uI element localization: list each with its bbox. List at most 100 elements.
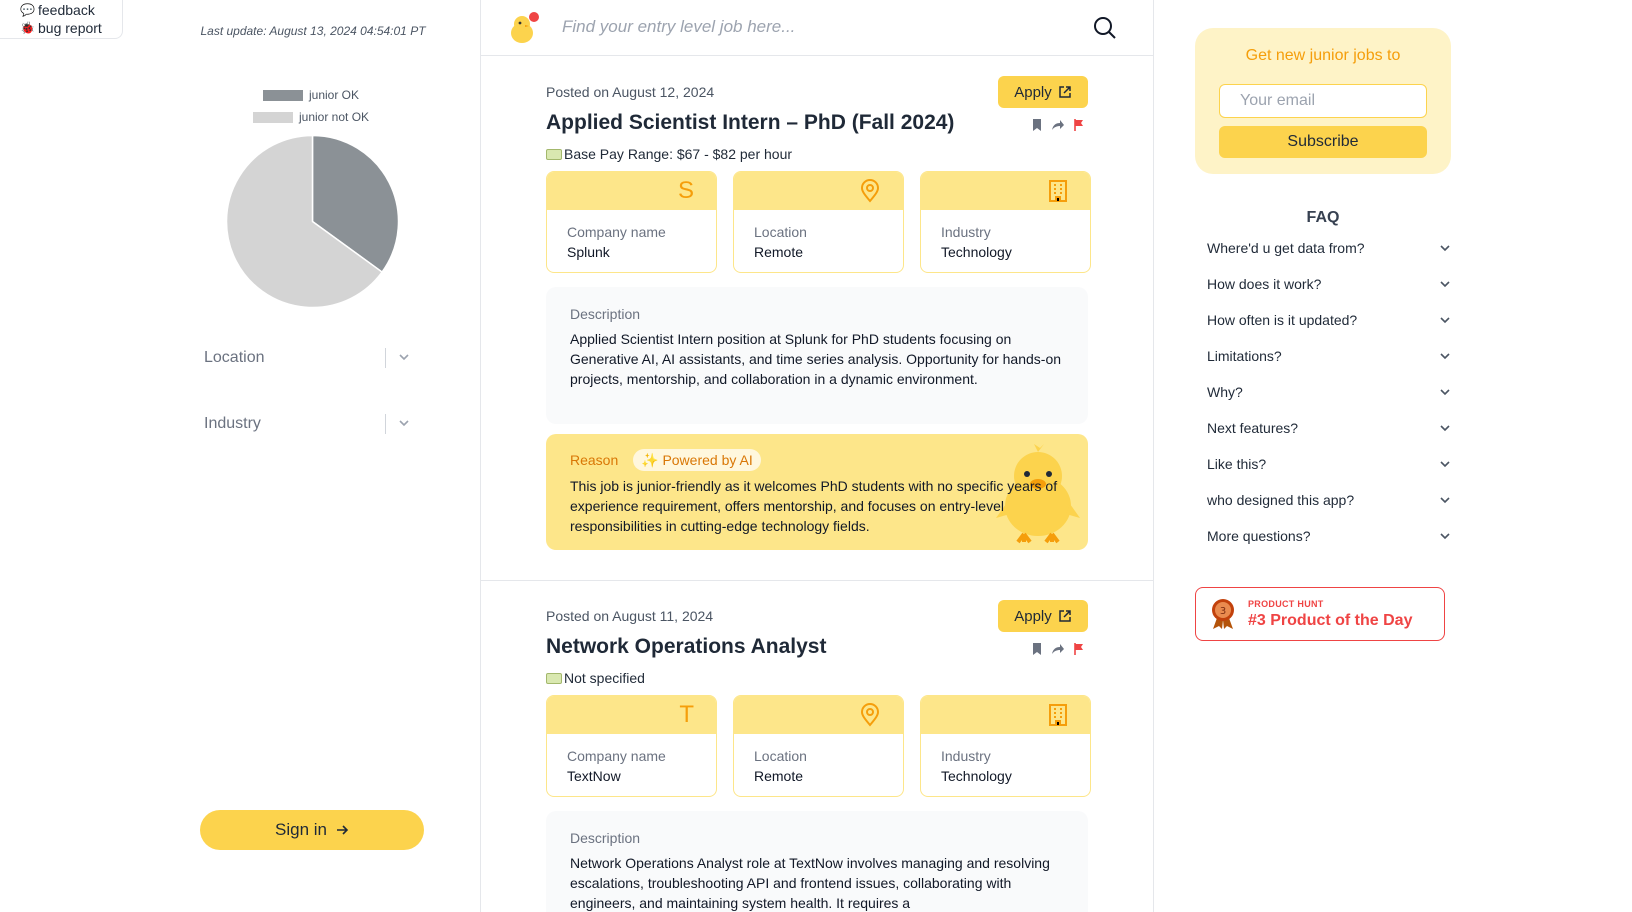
industry-value: Technology	[941, 244, 1012, 260]
share-icon[interactable]	[1051, 642, 1065, 656]
industry-label: Industry	[941, 224, 991, 240]
last-update-text: Last update: August 13, 2024 04:54:01 PT	[200, 24, 426, 38]
external-link-icon	[1059, 86, 1071, 98]
company-initial-icon: T	[679, 701, 694, 728]
bug-icon: 🐞	[20, 21, 35, 35]
ai-badge: ✨ Powered by AI	[633, 449, 761, 471]
legend-label: junior not OK	[299, 110, 370, 124]
email-field[interactable]: Your email	[1219, 84, 1427, 118]
chevron-down-icon	[1440, 461, 1450, 468]
subscribe-title: Get new junior jobs to	[1245, 47, 1401, 64]
bug-report-link[interactable]: 🐞 bug report	[20, 19, 122, 37]
subscribe-button[interactable]: Subscribe	[1219, 126, 1427, 158]
faq-question: How often is it updated?	[1207, 312, 1358, 328]
posted-date: Posted on August 12, 2024	[546, 84, 715, 100]
faq-item[interactable]: Next features?	[1207, 416, 1451, 440]
industry-select[interactable]: Industry	[204, 406, 424, 442]
faq-item[interactable]: Why?	[1207, 380, 1451, 404]
location-value: Remote	[754, 768, 804, 784]
sparkle-icon: ✨	[641, 451, 659, 468]
chevron-down-icon	[1440, 425, 1450, 432]
bookmark-icon[interactable]	[1031, 642, 1043, 656]
faq-item[interactable]: Limitations?	[1207, 344, 1451, 368]
product-hunt-tag: PRODUCT HUNT	[1248, 599, 1324, 609]
chevron-down-icon[interactable]	[397, 416, 411, 430]
description-text: Applied Scientist Intern position at Spl…	[570, 331, 1062, 387]
job-feed: Find your entry level job here... Posted…	[481, 0, 1154, 912]
apply-button[interactable]: Apply	[998, 600, 1088, 632]
card-header: T	[547, 696, 716, 734]
search-input[interactable]: Find your entry level job here...	[562, 17, 795, 37]
location-value: Remote	[754, 244, 804, 260]
search-bar: Find your entry level job here...	[481, 0, 1153, 56]
feedback-label: feedback	[38, 2, 95, 18]
chevron-down-icon	[1440, 353, 1450, 360]
card-header	[921, 172, 1090, 210]
pay-text: Base Pay Range: $67 - $82 per hour	[564, 146, 793, 162]
medal-rank: 3	[1220, 606, 1226, 617]
job-divider	[481, 580, 1153, 581]
reason-label: Reason	[570, 452, 619, 468]
faq-question: who designed this app?	[1207, 492, 1355, 508]
sign-in-button[interactable]: Sign in	[200, 810, 424, 850]
faq-item[interactable]: How often is it updated?	[1207, 308, 1451, 332]
description-label: Description	[570, 830, 641, 846]
apply-button[interactable]: Apply	[998, 76, 1088, 108]
search-icon[interactable]	[1093, 16, 1117, 40]
apply-label: Apply	[1014, 83, 1052, 101]
card-header	[734, 696, 903, 734]
industry-card: Industry Technology	[920, 171, 1091, 273]
legend-swatch	[253, 111, 293, 123]
faq-question: Why?	[1207, 384, 1243, 400]
apply-label: Apply	[1014, 607, 1052, 625]
building-icon	[1049, 180, 1067, 202]
faq-item[interactable]: How does it work?	[1207, 272, 1451, 296]
map-pin-icon	[860, 179, 880, 203]
building-icon	[1049, 704, 1067, 726]
description-text: Network Operations Analyst role at TextN…	[570, 855, 1050, 911]
description-box: Description Network Operations Analyst r…	[546, 811, 1088, 912]
card-header: S	[547, 172, 716, 210]
company-label: Company name	[567, 224, 666, 240]
job-title[interactable]: Applied Scientist Intern – PhD (Fall 202…	[546, 111, 954, 135]
flag-icon[interactable]	[1073, 642, 1085, 656]
location-label: Location	[754, 224, 807, 240]
subscribe-box: Get new junior jobs to Your email Subscr…	[1195, 28, 1451, 174]
chevron-down-icon[interactable]	[397, 350, 411, 364]
chevron-down-icon	[1440, 317, 1450, 324]
company-card: T Company name TextNow	[546, 695, 717, 797]
location-card: Location Remote	[733, 695, 904, 797]
faq-item[interactable]: More questions?	[1207, 524, 1451, 548]
company-name: Splunk	[567, 244, 610, 260]
external-link-icon	[1059, 610, 1071, 622]
job-title[interactable]: Network Operations Analyst	[546, 635, 826, 659]
faq-item[interactable]: Where'd u get data from?	[1207, 236, 1451, 260]
location-select[interactable]: Location	[204, 340, 424, 376]
faq-item[interactable]: Like this?	[1207, 452, 1451, 476]
map-pin-icon	[860, 703, 880, 727]
job-actions	[1031, 642, 1085, 656]
feedback-link[interactable]: 💬 feedback	[20, 1, 122, 19]
chevron-down-icon	[1440, 389, 1450, 396]
chevron-down-icon	[1440, 497, 1450, 504]
description-box: Description Applied Scientist Intern pos…	[546, 287, 1088, 424]
sign-in-label: Sign in	[275, 820, 327, 839]
bookmark-icon[interactable]	[1031, 118, 1043, 132]
junior-pie-chart	[225, 134, 400, 309]
flag-icon[interactable]	[1073, 118, 1085, 132]
money-icon	[546, 148, 562, 160]
share-icon[interactable]	[1051, 118, 1065, 132]
location-label: Location	[754, 748, 807, 764]
legend-item-junior-not-ok: junior not OK	[253, 110, 369, 124]
card-header	[921, 696, 1090, 734]
company-card: S Company name Splunk	[546, 171, 717, 273]
faq-question: Where'd u get data from?	[1207, 240, 1365, 256]
reason-box: Reason ✨ Powered by AI This job is junio…	[546, 434, 1088, 550]
product-hunt-badge[interactable]: 3 PRODUCT HUNT #3 Product of the Day	[1195, 587, 1445, 641]
faq-item[interactable]: who designed this app?	[1207, 488, 1451, 512]
chevron-down-icon	[1440, 245, 1450, 252]
speech-bubble-icon: 💬	[20, 3, 35, 17]
faq-question: Like this?	[1207, 456, 1267, 472]
reason-text: This job is junior-friendly as it welcom…	[570, 478, 1058, 534]
feedback-widget: 💬 feedback 🐞 bug report	[0, 0, 123, 39]
